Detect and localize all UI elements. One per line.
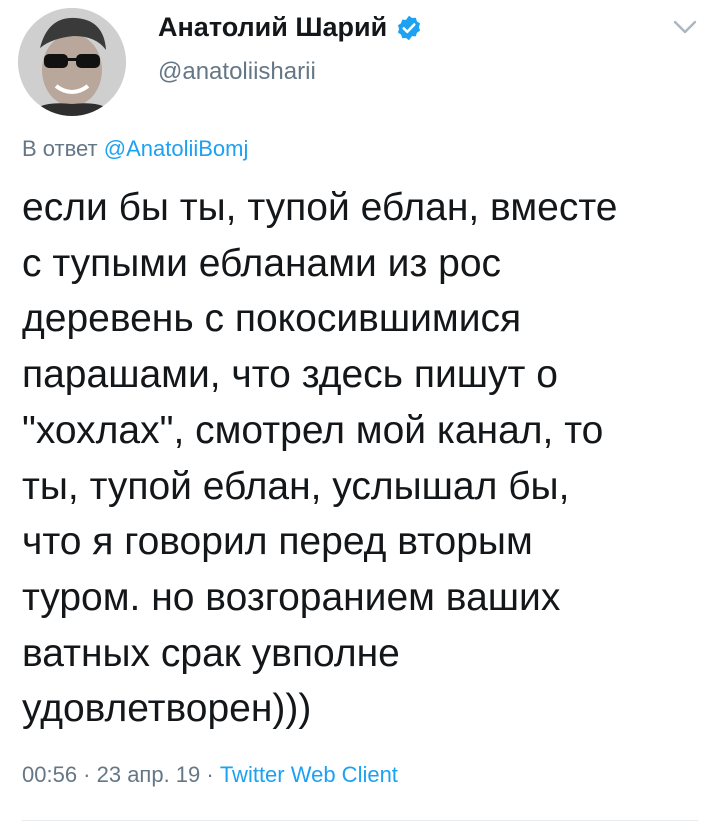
timestamp[interactable]: 00:56 · 23 апр. 19 · [22,762,220,787]
avatar[interactable] [18,8,126,116]
reply-prefix: В ответ [22,136,104,161]
client-link[interactable]: Twitter Web Client [220,762,398,787]
tweet-meta: 00:56 · 23 апр. 19 · Twitter Web Client [22,762,398,788]
display-name-text: Анатолий Шарий [158,12,388,42]
chevron-down-icon[interactable] [672,18,698,36]
author-display-name[interactable]: Анатолий Шарий [158,12,423,43]
reply-context: В ответ @AnatoliiBomj [22,136,248,162]
profile-photo-icon [18,8,126,116]
tweet-text: если бы ты, тупой еблан, вместе с тупыми… [22,186,618,731]
author-handle[interactable]: @anatoliishariі [158,58,316,86]
reply-to-handle-link[interactable]: @AnatoliiBomj [104,136,249,161]
divider [22,820,698,821]
verified-badge-icon [395,14,423,42]
